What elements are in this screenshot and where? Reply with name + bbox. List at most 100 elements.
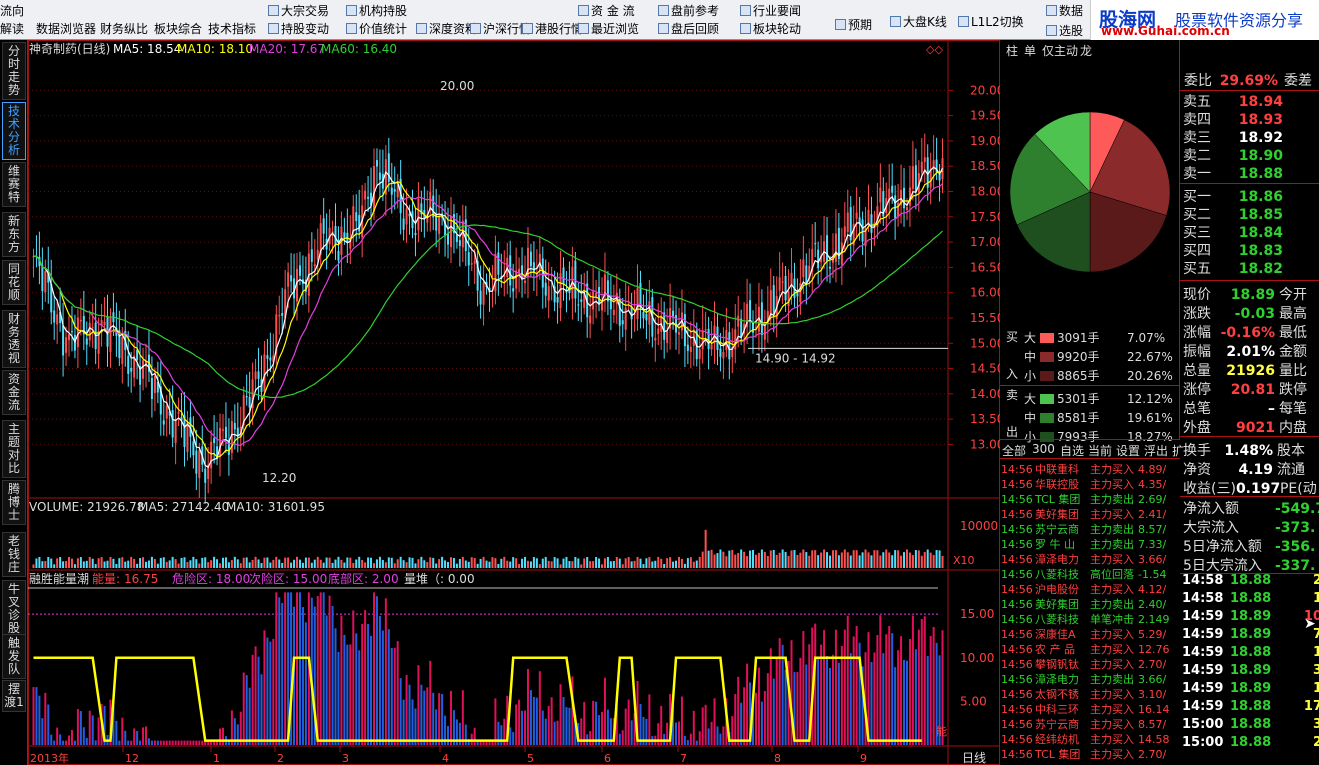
bids-row[interactable]: 买二 18.85 [1183,204,1283,224]
bids-row[interactable]: 买一 18.86 [1183,186,1283,206]
right-tab-3[interactable]: 龙 [1080,42,1092,59]
trade-row[interactable]: 14:56 中联重科 主力买入 4.89/ [1001,461,1178,477]
left-tab-8[interactable]: 腾博士 [2,480,26,525]
toolbar-btn-1[interactable]: 大宗交易 [268,4,329,18]
trade-row[interactable]: 14:56 漳泽电力 主力买入 3.66/ [1001,551,1178,567]
toolbar-btn-3[interactable]: 资 金 流 [578,4,635,18]
bids-row[interactable]: 买三 18.84 [1183,222,1283,242]
energy-bar [381,630,384,745]
header-ma60_label: MA60: 16.40 [321,42,397,56]
candle-body [612,309,615,316]
volume-bar [417,559,420,568]
brand-banner: 股海网 股票软件资源分享 www.Guhai.com.cn [1090,0,1319,40]
trade-row[interactable]: 14:56 TCL 集团 主力卖出 2.69/ [1001,491,1178,507]
toolbar-btn2-5[interactable]: 持股变动 [268,22,329,36]
toolbar-btn-6[interactable]: 预期 [835,18,872,32]
trade-row[interactable]: 14:56 经纬纺机 主力买入 14.58 [1001,731,1178,747]
candle-body [482,282,485,305]
toolbar-btn2-11[interactable]: 盘后回顾 [658,22,719,36]
left-tab-3[interactable]: 新东方 [2,212,26,257]
filter-tab-0[interactable]: 全部 [1002,442,1026,459]
trade-row[interactable]: 14:56 深康佳A 主力买入 5.29/ [1001,626,1178,642]
bids-row[interactable]: 买五 18.82 [1183,258,1283,278]
filter-tab-1[interactable]: 300 [1032,442,1055,456]
trade-row[interactable]: 14:56 华联控股 主力买入 4.35/ [1001,476,1178,492]
trade-row[interactable]: 14:56 八菱科技 单笔冲击 2.149 [1001,611,1178,627]
trade-row[interactable]: 14:56 农 产 品主力买入 12.76 [1001,641,1178,657]
left-tab-7[interactable]: 主题对比 [2,420,26,478]
toolbar-btn2-10[interactable]: 最近浏览 [578,22,639,36]
period-label[interactable]: 日线 [962,751,986,765]
left-tab-0[interactable]: 分时走势 [2,42,26,100]
filter-tab-3[interactable]: 当前 [1088,442,1112,459]
energy-bar [426,687,429,745]
toolbar-btn2-2[interactable]: 财务纵比 [100,22,148,36]
toolbar-btn2-0[interactable]: 解读 [0,22,24,36]
left-tab-11[interactable]: 触发队 [2,634,26,679]
trade-row[interactable]: 14:56 漳泽电力 主力卖出 3.66/ [1001,671,1178,687]
trade-row[interactable]: 14:56 攀钢钒钛 主力买入 2.70/ [1001,656,1178,672]
trade-row[interactable]: 14:56 太钢不锈 主力买入 3.10/ [1001,686,1178,702]
trade-row[interactable]: 14:56 沪电股份 主力买入 4.12/ [1001,581,1178,597]
trade-row[interactable]: 14:56 苏宁云商 主力卖出 8.57/ [1001,521,1178,537]
toolbar-btn2-7[interactable]: 深度资料 [416,22,477,36]
trade-row[interactable]: 14:56 苏宁云商 主力买入 8.57/ [1001,716,1178,732]
filter-tab-4[interactable]: 设置 [1116,442,1140,459]
toolbar-btn-4[interactable]: 盘前参考 [658,4,719,18]
trade-row[interactable]: 14:56 中科三环 主力买入 16.14 [1001,701,1178,717]
filter-tab-5[interactable]: 浮出 [1144,442,1168,459]
toolbar-btn2-12[interactable]: 板块轮动 [740,22,801,36]
volume-bar [666,558,669,568]
range-annotation: 14.90 - 14.92 [755,351,836,365]
left-tab-1[interactable]: 技术分析 [2,102,26,160]
toolbar-btn-7[interactable]: 大盘K线 [890,15,947,29]
left-tab-5[interactable]: 财务透视 [2,310,26,368]
toolbar-btn2-4[interactable]: 技术指标 [208,22,256,36]
toolbar-btn2-6[interactable]: 价值统计 [346,22,407,36]
candle-body [752,323,755,333]
trade-row[interactable]: 14:56 美好集团 主力买入 2.41/ [1001,506,1178,522]
toolbar-btn-8[interactable]: L1L2切换 [958,15,1024,29]
trade-row[interactable]: 14:56 罗 牛 山主力卖出 7.33/ [1001,536,1178,552]
volume-bar [796,555,799,568]
energy-bar [769,648,772,745]
ma60-line [33,224,943,399]
toolbar-btn-0[interactable]: 流向 [0,4,24,18]
toolbar-btn-9[interactable]: 数据 [1046,4,1083,18]
trade-row[interactable]: 14:56 八菱科技 高位回落 -1.54 [1001,566,1178,582]
right-tab-2[interactable]: 仅主动 [1042,42,1078,59]
diamond-icon[interactable]: ◇◇ [926,43,943,56]
toolbar-btn2-3[interactable]: 板块综合 [154,22,202,36]
brand-url[interactable]: www.Guhai.com.cn [1101,24,1230,38]
volume-bar [47,556,50,568]
bids-row[interactable]: 买四 18.83 [1183,240,1283,260]
candle-body [562,267,565,285]
asks-row[interactable]: 卖二 18.90 [1183,145,1283,165]
filter-tab-2[interactable]: 自选 [1060,442,1084,459]
candle-body [846,212,849,232]
left-tab-10[interactable]: 牛叉诊股 [2,580,26,638]
energy-bar [461,690,464,745]
toolbar-btn-5[interactable]: 行业要闻 [740,4,801,18]
right-tab-1[interactable]: 单 [1024,42,1036,59]
kline-chart[interactable]: 20.00 19.50 19.00 18.50 18.00 17.50 17.00 16.50… [28,40,1000,765]
asks-row[interactable]: 卖三 18.92 [1183,127,1283,147]
left-tab-6[interactable]: 资金流 [2,370,26,415]
left-tab-9[interactable]: 老钱庄 [2,532,26,577]
energy-bar [781,644,784,745]
trade-row[interactable]: 14:56 美好集团 主力卖出 2.40/ [1001,596,1178,612]
toolbar-btn2-1[interactable]: 数据浏览器 [36,22,96,36]
trade-row[interactable]: 14:56 TCL 集团 主力买入 2.70/ [1001,746,1178,762]
flow-swatch [1040,432,1054,442]
toolbar-btn2-9[interactable]: 港股行情 [522,22,583,36]
asks-row[interactable]: 卖五 18.94 [1183,91,1283,111]
left-tab-2[interactable]: 维赛特 [2,162,26,207]
right-tab-0[interactable]: 柱 [1006,42,1018,59]
asks-row[interactable]: 卖四 18.93 [1183,109,1283,129]
toolbar-btn-10[interactable]: 选股 [1046,24,1083,38]
toolbar-btn-2[interactable]: 机构持股 [346,4,407,18]
left-tab-12[interactable]: 摆渡1 [2,680,26,712]
quote-row: 总量 21926 量比 [1183,363,1307,379]
asks-row[interactable]: 卖一 18.88 [1183,163,1283,183]
left-tab-4[interactable]: 同花顺 [2,260,26,305]
